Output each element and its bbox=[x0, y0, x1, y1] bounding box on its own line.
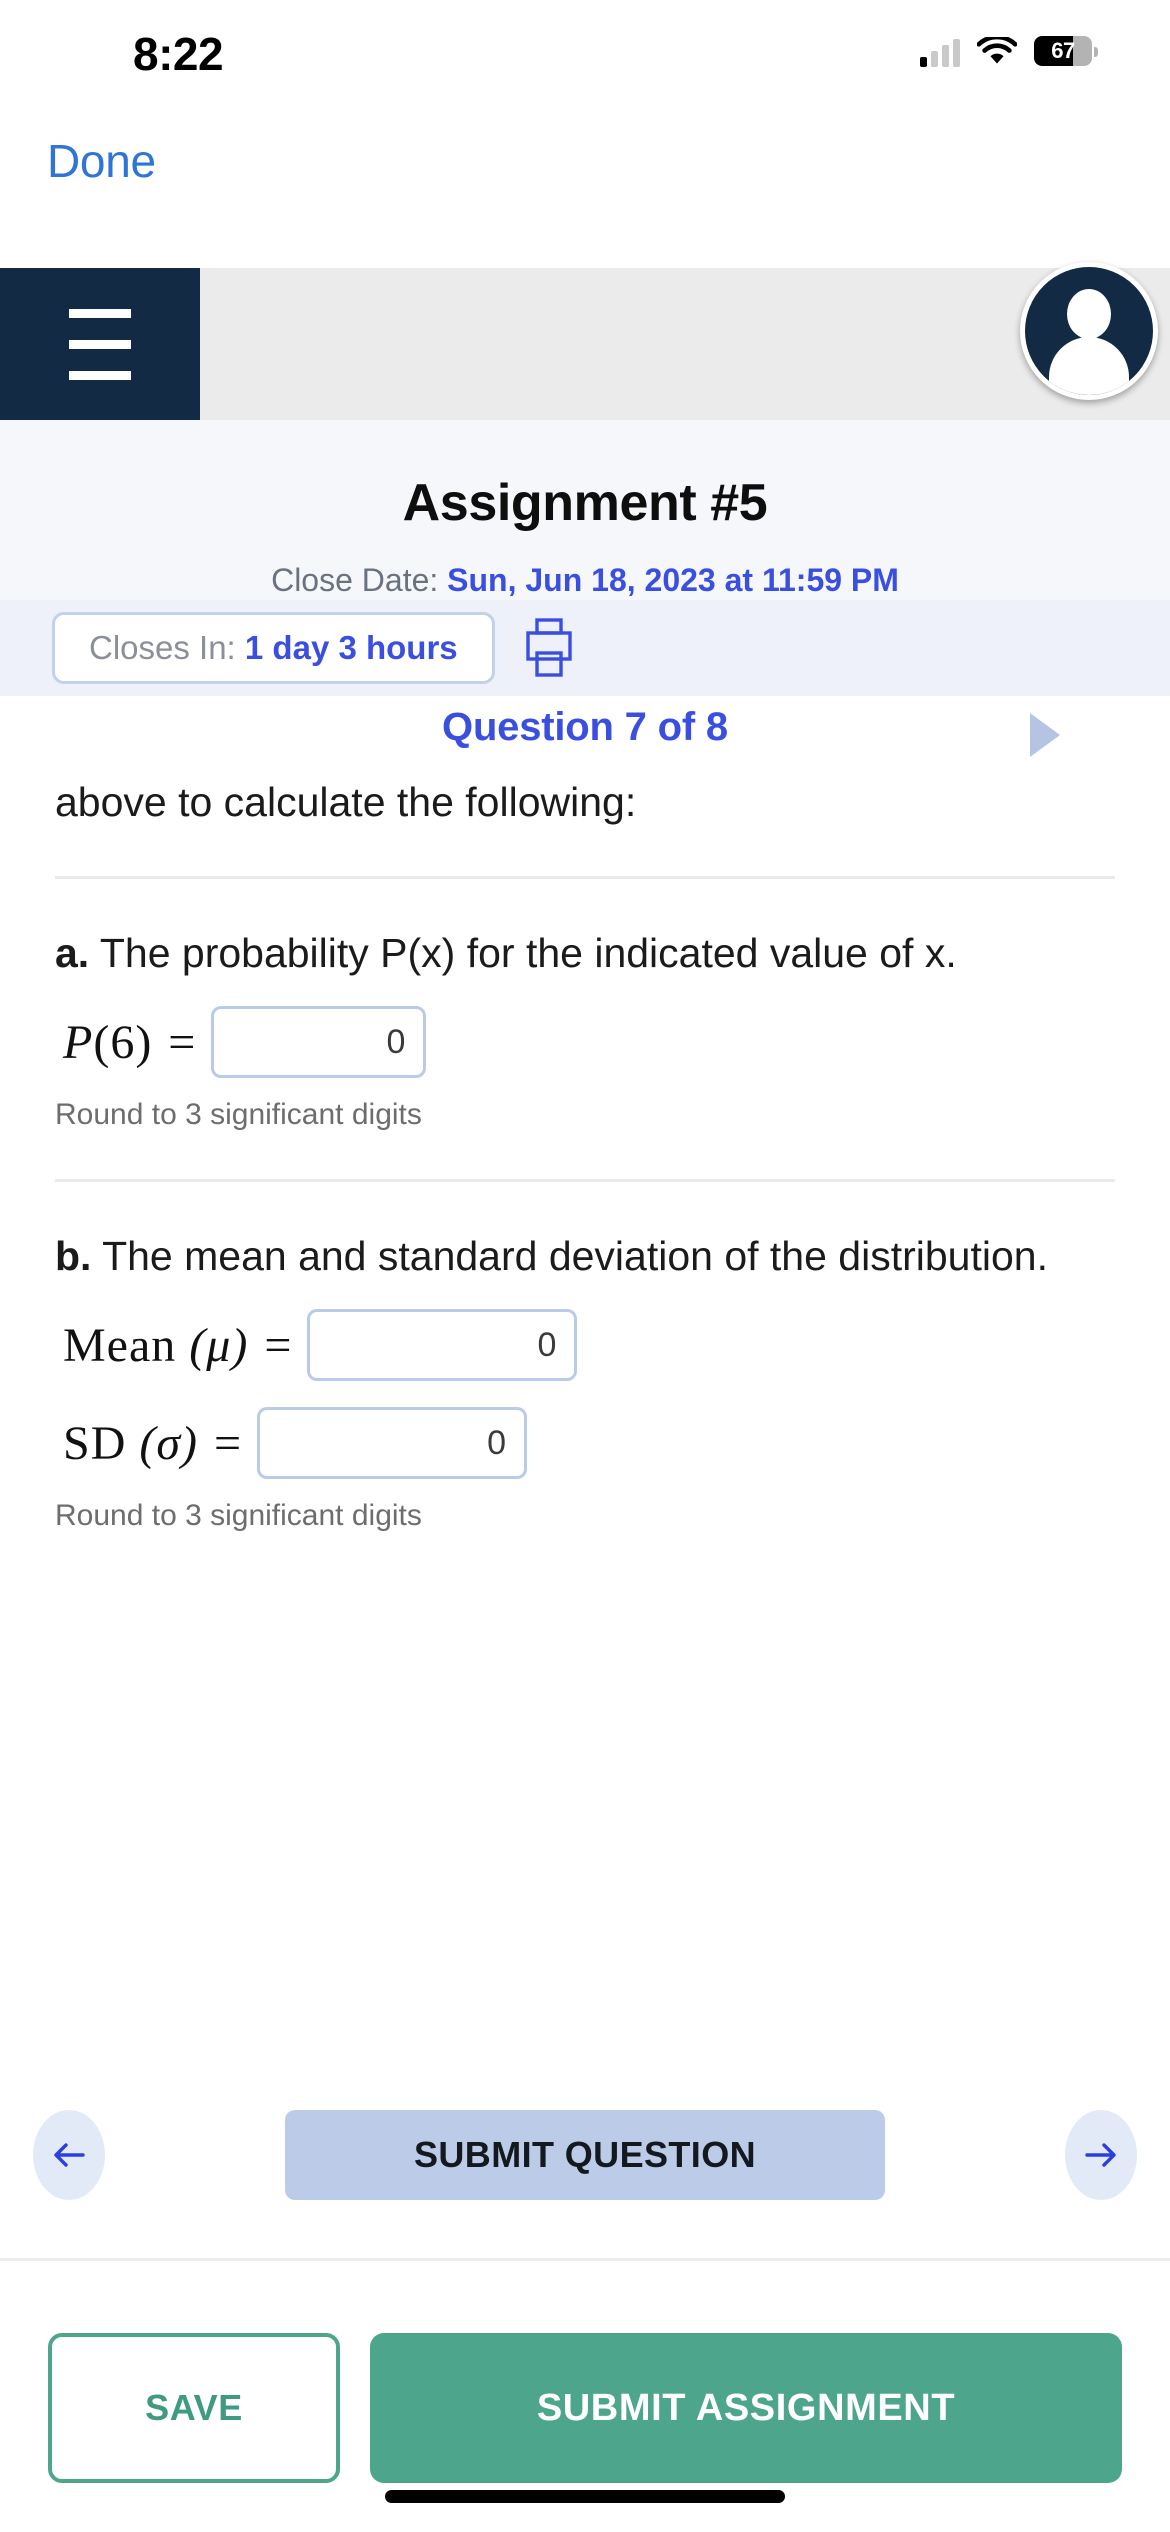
submit-assignment-button[interactable]: SUBMIT ASSIGNMENT bbox=[370, 2333, 1122, 2483]
question-body: above to calculate the following: a. The… bbox=[0, 775, 1170, 1533]
cellular-signal-icon bbox=[920, 37, 960, 67]
status-bar-clock: 8:22 bbox=[133, 28, 224, 80]
page-title: Assignment #5 bbox=[402, 474, 768, 532]
part-a-letter: a. bbox=[55, 930, 90, 977]
closes-in-value: 1 day 3 hours bbox=[244, 629, 458, 666]
ios-status-bar: 8:22 67 bbox=[0, 0, 1170, 112]
section-divider bbox=[55, 1179, 1115, 1183]
equals-sign: = bbox=[168, 1015, 196, 1069]
sd-input[interactable] bbox=[257, 1407, 528, 1480]
app-top-bar bbox=[0, 262, 1170, 420]
part-a-hint: Round to 3 significant digits bbox=[55, 1098, 422, 1132]
next-arrow-icon[interactable] bbox=[1065, 2110, 1137, 2200]
next-question-triangle-icon[interactable] bbox=[1030, 713, 1060, 757]
part-a-answer-row: P(6) = bbox=[55, 1006, 1115, 1079]
sd-label: SD (σ) bbox=[63, 1416, 198, 1470]
sd-answer-row: SD (σ) = bbox=[55, 1407, 1115, 1480]
bottom-action-bar: SAVE SUBMIT ASSIGNMENT bbox=[0, 2258, 1170, 2532]
part-a-body: The probability P(x) for the indicated v… bbox=[89, 930, 957, 977]
mean-input[interactable] bbox=[307, 1309, 578, 1382]
part-b-hint: Round to 3 significant digits bbox=[55, 1499, 422, 1533]
part-b-body: The mean and standard deviation of the d… bbox=[91, 1233, 1048, 1280]
status-bar-indicators: 67 bbox=[920, 30, 1098, 74]
close-date-value: Sun, Jun 18, 2023 at 11:59 PM bbox=[447, 562, 899, 598]
user-avatar-icon[interactable] bbox=[1020, 262, 1158, 400]
assignment-header: Assignment #5 Close Date: Sun, Jun 18, 2… bbox=[0, 420, 1170, 600]
closes-in-label: Closes In: bbox=[89, 629, 236, 666]
wifi-icon bbox=[976, 34, 1018, 67]
hamburger-menu-icon[interactable] bbox=[0, 268, 200, 420]
equals-sign: = bbox=[264, 1318, 292, 1372]
previous-arrow-icon[interactable] bbox=[33, 2110, 105, 2200]
question-action-row: SUBMIT QUESTION bbox=[0, 2090, 1170, 2220]
done-button[interactable]: Done bbox=[47, 134, 156, 188]
question-navigation: Question 7 of 8 bbox=[0, 700, 1170, 770]
close-date-label: Close Date: bbox=[271, 562, 439, 598]
question-part-a: a. The probability P(x) for the indicate… bbox=[0, 926, 1170, 1132]
probability-input[interactable] bbox=[211, 1006, 427, 1079]
modal-navigation-bar: Done bbox=[0, 112, 1170, 222]
question-part-b: b. The mean and standard deviation of th… bbox=[0, 1229, 1170, 1533]
section-divider bbox=[55, 876, 1115, 880]
closes-in-bar: Closes In: 1 day 3 hours bbox=[0, 600, 1170, 696]
mean-label: Mean (μ) bbox=[63, 1318, 249, 1372]
part-b-text: b. The mean and standard deviation of th… bbox=[55, 1229, 1115, 1283]
closes-in-badge[interactable]: Closes In: 1 day 3 hours bbox=[52, 612, 495, 684]
close-date: Close Date: Sun, Jun 18, 2023 at 11:59 P… bbox=[0, 562, 1170, 599]
question-counter: Question 7 of 8 bbox=[442, 705, 728, 749]
home-indicator bbox=[385, 2490, 785, 2503]
part-b-letter: b. bbox=[55, 1233, 92, 1280]
battery-icon: 67 bbox=[1034, 36, 1098, 68]
printer-icon[interactable] bbox=[523, 618, 575, 678]
question-intro-text: above to calculate the following: bbox=[55, 779, 637, 825]
part-a-text: a. The probability P(x) for the indicate… bbox=[55, 926, 1115, 980]
submit-question-button[interactable]: SUBMIT QUESTION bbox=[285, 2110, 885, 2200]
equals-sign: = bbox=[214, 1416, 242, 1470]
save-button[interactable]: SAVE bbox=[48, 2333, 340, 2483]
phone-screen: 8:22 67 Done Assignment #5 Close Date: S… bbox=[0, 0, 1170, 2532]
mean-answer-row: Mean (μ) = bbox=[55, 1309, 1115, 1382]
p-of-x-label: P(6) bbox=[63, 1015, 153, 1069]
battery-percentage: 67 bbox=[1051, 38, 1075, 63]
